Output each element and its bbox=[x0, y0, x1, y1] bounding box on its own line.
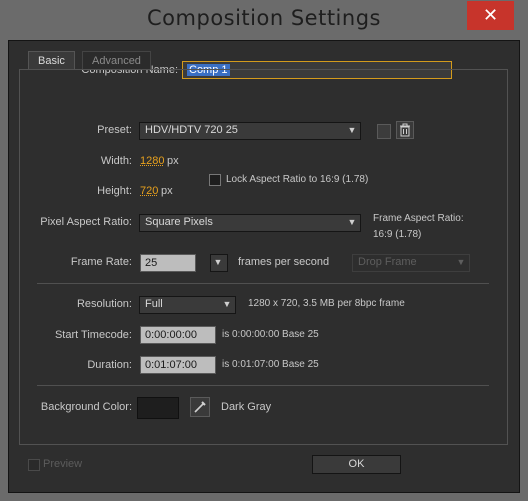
pixel-aspect-label: Pixel Aspect Ratio: bbox=[40, 216, 132, 228]
resolution-label: Resolution: bbox=[76, 298, 132, 310]
save-preset-icon[interactable] bbox=[377, 124, 391, 139]
frame-rate-label: Frame Rate: bbox=[70, 256, 132, 268]
delete-preset-button[interactable] bbox=[396, 121, 414, 139]
resolution-value: Full bbox=[145, 298, 163, 310]
title-bar: Composition Settings ✕ bbox=[0, 0, 528, 40]
close-icon: ✕ bbox=[482, 5, 499, 25]
frame-rate-input[interactable]: 25 bbox=[140, 254, 196, 272]
ok-button[interactable]: OK bbox=[312, 455, 401, 474]
background-color-label: Background Color: bbox=[40, 401, 132, 413]
preset-value: HDV/HDTV 720 25 bbox=[145, 124, 238, 136]
start-timecode-info: is 0:00:00:00 Base 25 bbox=[222, 329, 319, 340]
frame-rate-dropdown[interactable]: ▼ bbox=[210, 254, 228, 272]
eyedropper-icon bbox=[194, 401, 206, 413]
start-timecode-input[interactable]: 0:00:00:00 bbox=[140, 326, 216, 344]
duration-input[interactable]: 0:01:07:00 bbox=[140, 356, 216, 374]
width-unit: px bbox=[167, 155, 179, 167]
dialog-title: Composition Settings bbox=[147, 6, 381, 30]
chevron-down-icon: ▼ bbox=[222, 299, 232, 309]
background-color-swatch[interactable] bbox=[137, 397, 179, 419]
close-button[interactable]: ✕ bbox=[467, 1, 514, 30]
preset-label: Preset: bbox=[97, 124, 132, 136]
height-unit: px bbox=[161, 185, 173, 197]
preview-checkbox[interactable] bbox=[28, 459, 40, 471]
frame-aspect-value: 16:9 (1.78) bbox=[373, 229, 422, 240]
preset-dropdown[interactable]: HDV/HDTV 720 25 ▼ bbox=[139, 122, 361, 140]
height-label: Height: bbox=[97, 185, 132, 197]
height-value[interactable]: 720 bbox=[140, 185, 158, 197]
chevron-down-icon: ▼ bbox=[347, 217, 357, 227]
pixel-aspect-value: Square Pixels bbox=[145, 216, 213, 228]
trash-icon bbox=[400, 123, 410, 137]
resolution-info: 1280 x 720, 3.5 MB per 8bpc frame bbox=[248, 298, 405, 309]
lock-aspect-label: Lock Aspect Ratio to 16:9 (1.78) bbox=[226, 174, 369, 185]
duration-label: Duration: bbox=[87, 359, 132, 371]
divider bbox=[37, 283, 489, 284]
preview-label: Preview bbox=[43, 458, 83, 470]
drop-frame-dropdown: Drop Frame ▼ bbox=[352, 254, 470, 272]
tab-advanced[interactable]: Advanced bbox=[82, 51, 151, 70]
composition-settings-dialog: Composition Settings ✕ Composition Name:… bbox=[0, 0, 528, 501]
drop-frame-value: Drop Frame bbox=[358, 256, 417, 268]
frame-rate-unit: frames per second bbox=[238, 256, 330, 268]
tab-basic[interactable]: Basic bbox=[28, 51, 75, 70]
eyedropper-button[interactable] bbox=[190, 397, 210, 417]
chevron-down-icon: ▼ bbox=[347, 125, 357, 135]
lock-aspect-checkbox[interactable] bbox=[209, 174, 221, 186]
pixel-aspect-dropdown[interactable]: Square Pixels ▼ bbox=[139, 214, 361, 232]
background-color-name: Dark Gray bbox=[221, 401, 272, 413]
frame-aspect-label: Frame Aspect Ratio: bbox=[373, 213, 464, 224]
chevron-down-icon: ▼ bbox=[456, 257, 466, 267]
duration-info: is 0:01:07:00 Base 25 bbox=[222, 359, 319, 370]
width-value[interactable]: 1280 bbox=[140, 155, 164, 167]
start-timecode-label: Start Timecode: bbox=[54, 329, 132, 341]
divider bbox=[37, 385, 489, 386]
resolution-dropdown[interactable]: Full ▼ bbox=[139, 296, 236, 314]
chevron-down-icon: ▼ bbox=[213, 257, 223, 267]
width-label: Width: bbox=[100, 155, 132, 167]
